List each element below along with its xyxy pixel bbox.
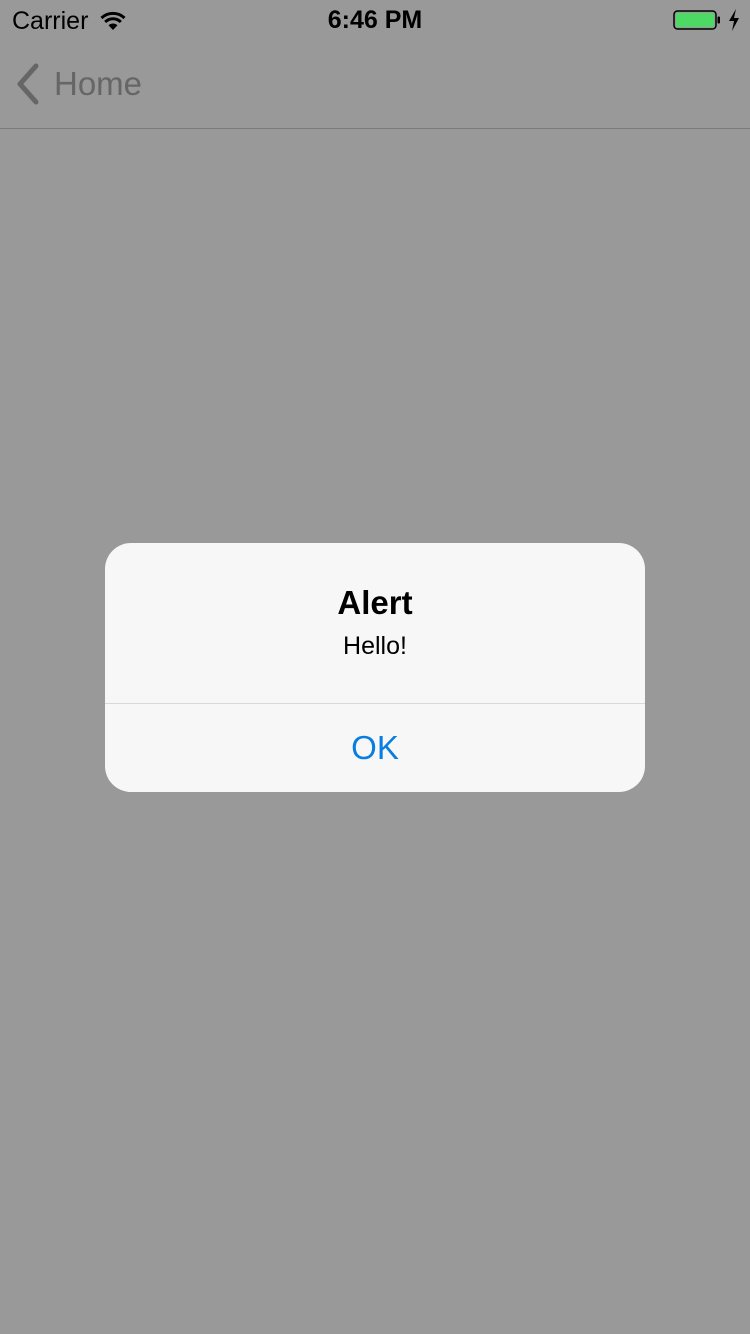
status-bar: Carrier 6:46 PM (0, 0, 750, 40)
ok-button[interactable]: OK (105, 704, 645, 792)
battery-icon (673, 10, 720, 30)
alert-content: Alert Hello! (105, 543, 645, 703)
charging-bolt-icon (729, 9, 739, 31)
navigation-bar: Home (0, 40, 750, 129)
alert-dialog: Alert Hello! OK (105, 543, 645, 792)
back-button-label: Home (54, 65, 143, 102)
alert-title: Alert (337, 584, 413, 621)
chevron-left-icon (17, 63, 39, 105)
alert-message: Hello! (343, 632, 407, 660)
status-time: 6:46 PM (327, 6, 423, 34)
back-button[interactable]: Home (14, 62, 142, 106)
